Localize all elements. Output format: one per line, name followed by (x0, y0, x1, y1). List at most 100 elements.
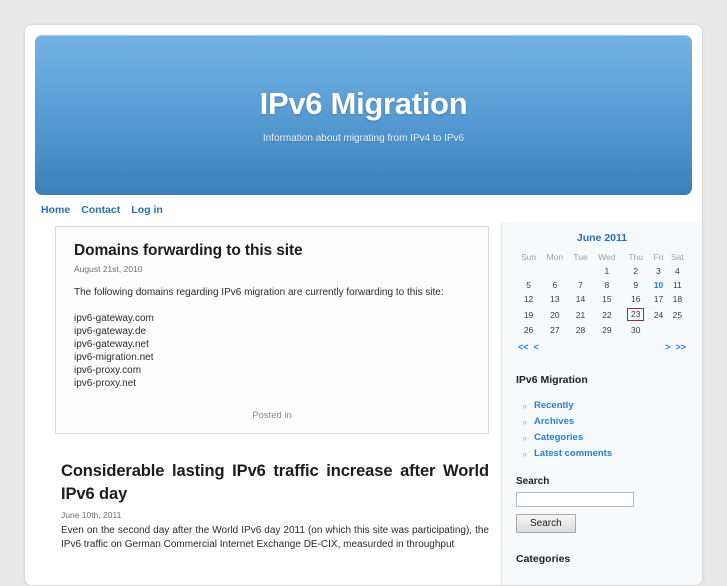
calendar-day-cell: 20 (550, 309, 560, 320)
calendar-day-cell: 12 (523, 294, 534, 304)
calendar-day-cell: 4 (674, 266, 680, 276)
calendar-day-cell: 30 (630, 325, 641, 335)
calendar-empty-cell (667, 323, 688, 337)
calendar-day-cell: 17 (653, 294, 664, 304)
calendar-day-cell: 15 (602, 294, 612, 304)
calendar-body: 1 2 3 4 5 6 7 8 9 10 11 12 13 14 15 16 17 18 19 20 21 22 23 24 2… (516, 264, 688, 337)
list-item: ipv6-gateway.de (74, 326, 147, 337)
calendar-weekday: Fri (653, 252, 664, 262)
calendar-day-cell[interactable]: 10 (650, 278, 666, 292)
sidebar-link-label[interactable]: Recently (534, 400, 574, 411)
post-title: Domains forwarding to this site (74, 242, 303, 259)
calendar-next-month-link[interactable]: > (665, 342, 670, 352)
calendar-week-row: 1 2 3 4 (516, 264, 688, 278)
calendar-day-cell: 2 (633, 266, 639, 276)
calendar-next-year-link[interactable]: >> (675, 342, 686, 352)
calendar-weekday-row: Sun Mon Tue Wed Thu Fri Sat (516, 250, 688, 264)
calendar-today-number: 23 (626, 308, 645, 321)
calendar-day-cell: 25 (672, 309, 683, 320)
site-subtitle: Information about migrating from IPv4 to… (262, 133, 465, 144)
calendar-day-cell: 11 (672, 280, 682, 290)
calendar-day-cell: 13 (550, 294, 560, 304)
nav-item-login[interactable]: Log in (131, 204, 163, 216)
calendar-empty-cell (541, 264, 568, 278)
calendar-week-row: 26 27 28 29 30 (516, 323, 688, 337)
sidebar-link-label[interactable]: Archives (534, 416, 574, 427)
calendar-prev-year-link[interactable]: << (518, 342, 529, 352)
calendar-weekday: Wed (598, 252, 616, 262)
calendar-day-cell: 18 (672, 294, 683, 304)
post-footer-posted-in: Posted in (252, 410, 292, 421)
calendar-day-cell: 29 (602, 325, 612, 335)
sidebar: June 2011 Sun Mon Tue Wed Thu Fri Sat 1 … (501, 222, 702, 585)
calendar-day-cell: 16 (630, 294, 641, 304)
calendar-weekday: Tue (573, 252, 588, 262)
sidebar-item-recently[interactable]: Recently (522, 398, 688, 414)
sidebar-link-label[interactable]: Latest comments (534, 448, 612, 459)
calendar-day-cell: 8 (604, 280, 610, 290)
sidebar-categories-heading: Categories (516, 553, 571, 565)
calendar-today-cell: 23 (621, 306, 650, 323)
post-title: Considerable lasting IPv6 traffic increa… (61, 462, 489, 503)
calendar-weekday: Mon (546, 252, 564, 262)
post-intro-paragraph: The following domains regarding IPv6 mig… (74, 287, 444, 298)
list-item: ipv6-migration.net (74, 352, 154, 363)
calendar-day-cell: 7 (578, 280, 583, 290)
site-title: IPv6 Migration (259, 86, 468, 121)
body-columns: Domains forwarding to this site August 2… (25, 222, 702, 585)
calendar-day-cell: 14 (575, 294, 586, 304)
calendar-day-cell: 21 (575, 309, 586, 320)
sidebar-site-heading: IPv6 Migration (516, 374, 588, 386)
list-item: ipv6-proxy.net (74, 378, 137, 389)
calendar-day-cell: 5 (526, 280, 531, 290)
sidebar-item-archives[interactable]: Archives (522, 414, 688, 430)
calendar-empty-cell (650, 323, 666, 337)
calendar-weekday: Sun (521, 252, 537, 262)
calendar-prev-month-link[interactable]: < (534, 342, 539, 352)
calendar-day-cell: 1 (604, 266, 610, 276)
calendar-day-cell: 6 (552, 280, 558, 290)
calendar-week-row: 12 13 14 15 16 17 18 (516, 292, 688, 306)
calendar-weekday: Thu (628, 252, 644, 262)
calendar-empty-cell (516, 264, 541, 278)
calendar-day-cell: 3 (656, 266, 661, 276)
search-button[interactable]: Search (516, 514, 576, 533)
calendar-weekday: Sat (670, 252, 684, 262)
calendar-day-cell: 24 (653, 309, 664, 320)
calendar-day-cell: 9 (633, 280, 639, 290)
forwarding-domain-list: ipv6-gateway.com ipv6-gateway.de ipv6-ga… (74, 312, 470, 390)
post-date: August 21st, 2010 (74, 264, 143, 274)
calendar-day-cell: 22 (602, 309, 612, 320)
site-banner: IPv6 Migration Information about migrati… (35, 35, 692, 195)
calendar-day-cell: 27 (550, 325, 560, 335)
calendar-day-cell: 28 (575, 325, 586, 335)
sidebar-link-label[interactable]: Categories (534, 432, 583, 443)
nav-item-home[interactable]: Home (41, 204, 70, 216)
post-body-paragraph: Even on the second day after the World I… (61, 525, 489, 550)
sidebar-item-latest-comments[interactable]: Latest comments (522, 446, 688, 462)
page-container: IPv6 Migration Information about migrati… (24, 24, 703, 586)
calendar-nav-next: > >> (660, 342, 686, 352)
post-article-1: Domains forwarding to this site August 2… (55, 226, 489, 434)
list-item: ipv6-gateway.net (74, 339, 149, 350)
sidebar-link-list: Recently Archives Categories Latest comm… (522, 398, 688, 462)
calendar-table: Sun Mon Tue Wed Thu Fri Sat 1 2 3 4 5 6 7 8 9 10 1… (516, 250, 688, 337)
calendar-day-link[interactable]: 10 (654, 280, 663, 290)
sidebar-item-categories[interactable]: Categories (522, 430, 688, 446)
main-content: Domains forwarding to this site August 2… (25, 222, 501, 585)
calendar-nav-previous: << < (518, 342, 544, 352)
list-item: ipv6-gateway.com (74, 313, 154, 324)
nav-item-contact[interactable]: Contact (81, 204, 120, 216)
calendar-navigation: << < > >> (516, 337, 688, 352)
list-item: ipv6-proxy.com (74, 365, 142, 376)
search-input[interactable] (516, 492, 634, 507)
search-label: Search (516, 476, 550, 487)
calendar-day-cell: 26 (523, 325, 534, 335)
calendar-day-cell: 19 (523, 309, 534, 320)
calendar-empty-cell (569, 264, 593, 278)
calendar-week-row: 19 20 21 22 23 24 25 (516, 306, 688, 323)
calendar-week-row: 5 6 7 8 9 10 11 (516, 278, 688, 292)
calendar-caption: June 2011 (576, 232, 628, 244)
calendar-widget: June 2011 Sun Mon Tue Wed Thu Fri Sat 1 … (516, 232, 688, 352)
main-navigation: Home Contact Log in (25, 195, 702, 222)
